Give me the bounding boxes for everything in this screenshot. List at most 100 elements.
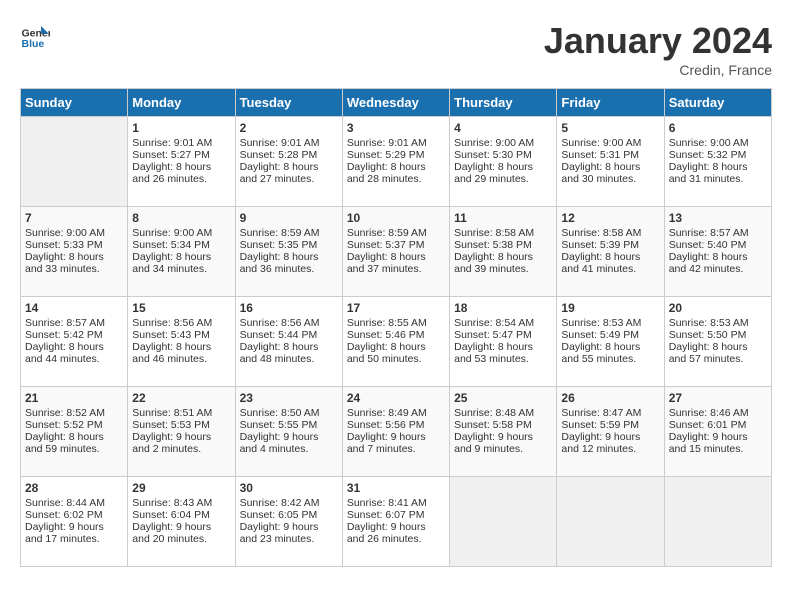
cell-info: and 53 minutes. [454,353,552,365]
cell-info: and 48 minutes. [240,353,338,365]
cell-info: Sunset: 5:33 PM [25,239,123,251]
cell-info: Daylight: 8 hours [347,251,445,263]
day-number: 13 [669,211,767,225]
cell-info: and 42 minutes. [669,263,767,275]
calendar-cell: 8Sunrise: 9:00 AMSunset: 5:34 PMDaylight… [128,207,235,297]
cell-info: Daylight: 8 hours [561,341,659,353]
cell-info: Sunset: 6:05 PM [240,509,338,521]
cell-info: Daylight: 8 hours [25,251,123,263]
calendar-cell: 11Sunrise: 8:58 AMSunset: 5:38 PMDayligh… [450,207,557,297]
calendar-cell [450,477,557,567]
day-number: 20 [669,301,767,315]
day-number: 2 [240,121,338,135]
day-number: 27 [669,391,767,405]
cell-info: Sunset: 5:32 PM [669,149,767,161]
cell-info: and 27 minutes. [240,173,338,185]
calendar-cell: 1Sunrise: 9:01 AMSunset: 5:27 PMDaylight… [128,117,235,207]
calendar-cell: 6Sunrise: 9:00 AMSunset: 5:32 PMDaylight… [664,117,771,207]
cell-info: and 28 minutes. [347,173,445,185]
month-title: January 2024 [544,20,772,62]
weekday-header-friday: Friday [557,89,664,117]
cell-info: Sunset: 5:40 PM [669,239,767,251]
cell-info: and 41 minutes. [561,263,659,275]
weekday-header-wednesday: Wednesday [342,89,449,117]
day-number: 14 [25,301,123,315]
day-number: 5 [561,121,659,135]
cell-info: Sunrise: 8:57 AM [669,227,767,239]
cell-info: Sunset: 5:53 PM [132,419,230,431]
svg-text:Blue: Blue [22,38,45,50]
cell-info: Sunrise: 8:47 AM [561,407,659,419]
cell-info: Sunrise: 8:57 AM [25,317,123,329]
cell-info: and 12 minutes. [561,443,659,455]
day-number: 17 [347,301,445,315]
cell-info: Daylight: 8 hours [454,161,552,173]
calendar-cell: 14Sunrise: 8:57 AMSunset: 5:42 PMDayligh… [21,297,128,387]
cell-info: and 7 minutes. [347,443,445,455]
cell-info: Daylight: 8 hours [347,341,445,353]
cell-info: and 4 minutes. [240,443,338,455]
day-number: 1 [132,121,230,135]
cell-info: and 26 minutes. [347,533,445,545]
cell-info: Sunset: 5:35 PM [240,239,338,251]
cell-info: Daylight: 8 hours [132,341,230,353]
calendar-cell [664,477,771,567]
cell-info: Daylight: 9 hours [669,431,767,443]
calendar-cell: 28Sunrise: 8:44 AMSunset: 6:02 PMDayligh… [21,477,128,567]
day-number: 15 [132,301,230,315]
location-subtitle: Credin, France [544,62,772,78]
cell-info: Sunset: 5:29 PM [347,149,445,161]
cell-info: Sunset: 5:28 PM [240,149,338,161]
calendar-week-5: 28Sunrise: 8:44 AMSunset: 6:02 PMDayligh… [21,477,772,567]
cell-info: Sunset: 5:39 PM [561,239,659,251]
cell-info: Daylight: 9 hours [454,431,552,443]
cell-info: and 36 minutes. [240,263,338,275]
calendar-cell: 3Sunrise: 9:01 AMSunset: 5:29 PMDaylight… [342,117,449,207]
cell-info: Daylight: 9 hours [240,521,338,533]
cell-info: Sunrise: 8:59 AM [347,227,445,239]
cell-info: Daylight: 9 hours [561,431,659,443]
cell-info: and 23 minutes. [240,533,338,545]
title-block: January 2024 Credin, France [544,20,772,78]
cell-info: Sunrise: 8:58 AM [454,227,552,239]
cell-info: Sunrise: 9:01 AM [240,137,338,149]
cell-info: Sunrise: 8:52 AM [25,407,123,419]
cell-info: Sunset: 6:01 PM [669,419,767,431]
cell-info: Daylight: 8 hours [132,161,230,173]
day-number: 21 [25,391,123,405]
cell-info: and 30 minutes. [561,173,659,185]
cell-info: Sunrise: 8:59 AM [240,227,338,239]
cell-info: Sunset: 5:38 PM [454,239,552,251]
cell-info: Sunset: 5:55 PM [240,419,338,431]
cell-info: Sunrise: 8:42 AM [240,497,338,509]
cell-info: Daylight: 8 hours [25,431,123,443]
cell-info: and 29 minutes. [454,173,552,185]
calendar-cell: 27Sunrise: 8:46 AMSunset: 6:01 PMDayligh… [664,387,771,477]
cell-info: Sunrise: 9:00 AM [132,227,230,239]
day-number: 19 [561,301,659,315]
cell-info: and 26 minutes. [132,173,230,185]
cell-info: Sunset: 5:56 PM [347,419,445,431]
cell-info: Daylight: 8 hours [454,251,552,263]
day-number: 29 [132,481,230,495]
cell-info: Sunset: 6:02 PM [25,509,123,521]
calendar-cell: 18Sunrise: 8:54 AMSunset: 5:47 PMDayligh… [450,297,557,387]
day-number: 12 [561,211,659,225]
calendar-cell: 26Sunrise: 8:47 AMSunset: 5:59 PMDayligh… [557,387,664,477]
cell-info: and 44 minutes. [25,353,123,365]
cell-info: Sunrise: 8:48 AM [454,407,552,419]
cell-info: Sunset: 5:34 PM [132,239,230,251]
cell-info: Daylight: 8 hours [132,251,230,263]
weekday-header-saturday: Saturday [664,89,771,117]
cell-info: Sunrise: 9:00 AM [25,227,123,239]
day-number: 10 [347,211,445,225]
cell-info: and 31 minutes. [669,173,767,185]
calendar-cell: 21Sunrise: 8:52 AMSunset: 5:52 PMDayligh… [21,387,128,477]
cell-info: Sunrise: 8:56 AM [240,317,338,329]
cell-info: and 15 minutes. [669,443,767,455]
cell-info: Sunset: 5:37 PM [347,239,445,251]
cell-info: and 34 minutes. [132,263,230,275]
weekday-header-thursday: Thursday [450,89,557,117]
calendar-cell: 10 Sunrise: 8:59 AMSunset: 5:37 PMDayligh… [342,207,449,297]
weekday-header-row: SundayMondayTuesdayWednesdayThursdayFrid… [21,89,772,117]
